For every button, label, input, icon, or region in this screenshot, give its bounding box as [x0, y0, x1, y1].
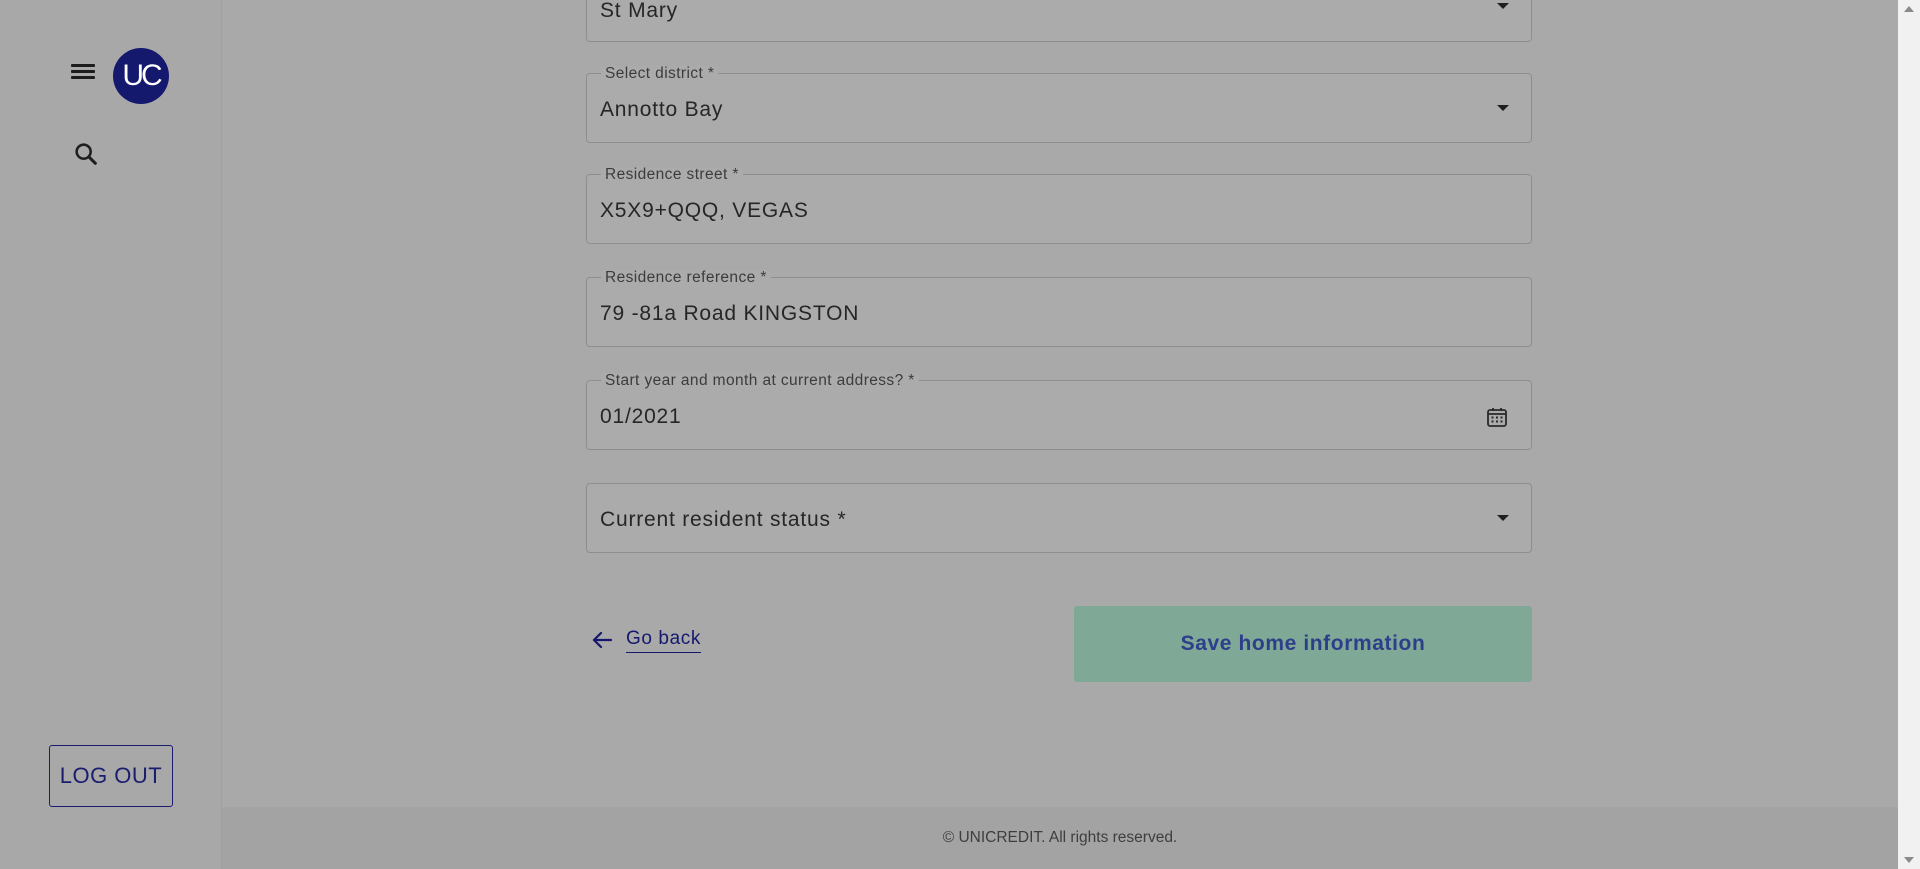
calendar-icon[interactable]: [1485, 405, 1509, 429]
go-back-link[interactable]: Go back: [590, 625, 701, 655]
chevron-down-icon[interactable]: [1497, 515, 1509, 521]
chevron-down-icon[interactable]: [1497, 105, 1509, 111]
chevron-down-icon[interactable]: [1497, 3, 1509, 9]
start-date-label: Start year and month at current address?…: [601, 373, 919, 389]
district-label: Select district *: [601, 66, 719, 82]
residence-street-field[interactable]: Residence street * X5X9+QQQ, VEGAS: [586, 167, 1532, 244]
resident-status-placeholder: Current resident status *: [600, 508, 847, 531]
go-back-label[interactable]: Go back: [626, 628, 701, 653]
copyright-text: © UNICREDIT. All rights reserved.: [942, 829, 1178, 846]
logo[interactable]: UC: [113, 48, 169, 104]
residence-reference-label: Residence reference *: [601, 270, 771, 286]
parish-value: St Mary: [600, 0, 678, 22]
footer: © UNICREDIT. All rights reserved.: [222, 807, 1898, 869]
residence-street-label: Residence street *: [601, 167, 743, 183]
residence-reference-value[interactable]: 79 -81a Road KINGSTON: [600, 302, 859, 326]
start-date-field[interactable]: Start year and month at current address?…: [586, 373, 1532, 450]
arrow-left-icon: [592, 631, 613, 649]
residence-street-value[interactable]: X5X9+QQQ, VEGAS: [600, 199, 809, 223]
scroll-up-icon[interactable]: [1904, 6, 1914, 12]
resident-status-select[interactable]: Current resident status *: [586, 483, 1532, 553]
start-date-value[interactable]: 01/2021: [600, 405, 682, 429]
parish-select[interactable]: St Mary: [586, 0, 1532, 42]
logout-button[interactable]: LOG OUT: [49, 745, 173, 807]
scrollbar[interactable]: [1898, 0, 1920, 869]
residence-reference-field[interactable]: Residence reference * 79 -81a Road KINGS…: [586, 270, 1532, 347]
district-value: Annotto Bay: [600, 98, 724, 121]
scroll-down-icon[interactable]: [1904, 857, 1914, 863]
search-icon[interactable]: [72, 140, 100, 168]
district-select[interactable]: Select district * Annotto Bay: [586, 66, 1532, 143]
sidebar: UC LOG OUT: [0, 0, 222, 869]
save-home-information-button[interactable]: Save home information: [1074, 606, 1532, 682]
menu-icon[interactable]: [68, 62, 98, 86]
